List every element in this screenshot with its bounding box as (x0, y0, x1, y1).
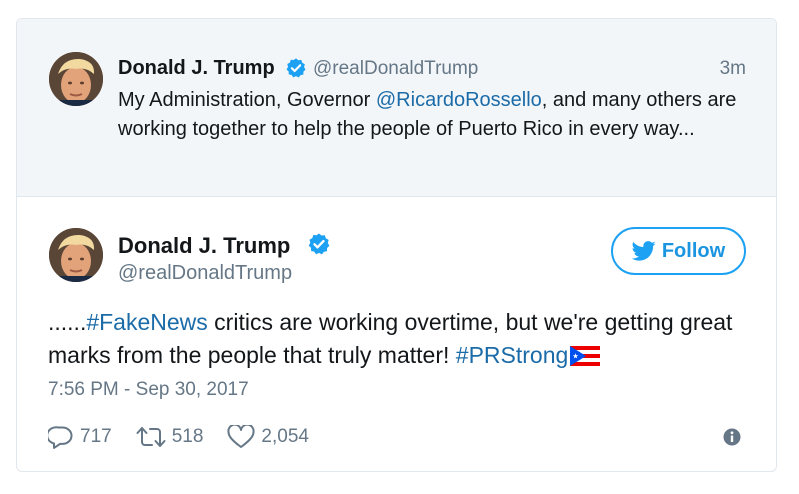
heart-icon (227, 425, 255, 448)
hashtag-link[interactable]: #FakeNews (86, 309, 207, 335)
tweet-text: My Administration, Governor @RicardoRoss… (118, 86, 758, 144)
tweet-text: ......#FakeNews critics are working over… (48, 306, 758, 372)
like-button[interactable]: 2,054 (227, 425, 309, 449)
reply-count: 717 (80, 426, 112, 447)
author-handle[interactable]: @realDonaldTrump (313, 58, 478, 80)
verified-badge-icon (286, 58, 306, 78)
mention-link[interactable]: @RicardoRossello (376, 89, 542, 111)
tweet-timestamp[interactable]: 7:56 PM - Sep 30, 2017 (48, 379, 249, 401)
tweet-embed-card: Donald J. Trump @realDonaldTrump 3m My A… (16, 18, 777, 472)
info-icon[interactable] (723, 428, 741, 446)
follow-button[interactable]: Follow (611, 227, 746, 275)
retweet-button[interactable]: 518 (136, 425, 204, 449)
verified-badge-icon (308, 233, 330, 255)
author-handle[interactable]: @realDonaldTrump (118, 262, 292, 285)
avatar[interactable] (49, 52, 103, 106)
hashtag-link[interactable]: #PRStrong (456, 342, 569, 368)
author-name[interactable]: Donald J. Trump (118, 57, 275, 80)
twitter-bird-icon (631, 241, 656, 261)
avatar[interactable] (49, 228, 103, 282)
like-count: 2,054 (261, 426, 309, 447)
author-name[interactable]: Donald J. Trump (118, 233, 290, 259)
parent-tweet[interactable]: Donald J. Trump @realDonaldTrump 3m My A… (17, 19, 776, 197)
retweet-count: 518 (171, 426, 204, 447)
tweet-text-part: My Administration, Governor (118, 89, 376, 111)
tweet-actions: 717 518 2,054 (48, 423, 333, 451)
puerto-rico-flag-icon (570, 346, 601, 366)
tweet-text-part: ...... (48, 309, 87, 335)
follow-label: Follow (661, 239, 726, 262)
reply-button[interactable]: 717 (48, 425, 112, 449)
reply-icon (48, 426, 73, 449)
tweet-time[interactable]: 3m (720, 58, 746, 80)
retweet-icon (136, 427, 166, 447)
